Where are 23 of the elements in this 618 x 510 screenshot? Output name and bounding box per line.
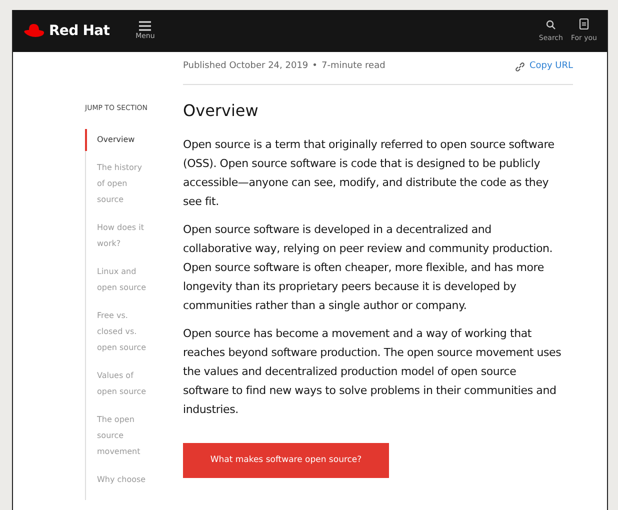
link-icon	[515, 62, 526, 72]
body-paragraph: Open source has become a movement and a way of working that reaches beyond software production. The open source movement uses the values and decentralized production model of open source software to find new ways to solve problems in their communities and industries.	[183, 326, 562, 418]
body-paragraph: Open source software is developed in a decentralized and collaborative way, relying on peer review and community production. Open source software is often cheaper, more flexible, and has more longevity than its proprietary peers because it is developed by communities rather than a single author or company.	[183, 222, 554, 314]
document-icon	[578, 18, 589, 30]
separator-dot: •	[312, 60, 318, 73]
jump-link[interactable]: Values of open source	[86, 368, 152, 400]
jump-link[interactable]: The open source movement	[86, 412, 152, 460]
jump-link[interactable]: Why choose	[86, 472, 152, 488]
menu-icon	[139, 20, 152, 31]
section-heading: Overview	[183, 100, 260, 122]
search-icon	[546, 20, 556, 30]
jump-link[interactable]: Linux and open source	[86, 264, 152, 296]
what-makes-software-open-source-button[interactable]: What makes software open source?	[183, 442, 389, 478]
logo-text[interactable]: Red Hat	[49, 20, 110, 42]
jump-link[interactable]: The history of open source	[86, 160, 152, 208]
published-date: Published October 24, 2019	[183, 60, 308, 73]
jump-link[interactable]: How does it work?	[86, 220, 152, 252]
read-time: 7-minute read	[321, 60, 386, 73]
jump-link[interactable]: Free vs. closed vs. open source	[86, 308, 152, 356]
logo-hat-icon	[23, 23, 45, 39]
body-paragraph: Open source is a term that originally referred to open source software (OSS). Open source software is code that is designed to be publicly accessible—anyone can see, modify, and distribute the code as they see fit.	[183, 136, 556, 210]
jump-link[interactable]: Overview	[85, 129, 151, 151]
copy-url-link[interactable]: Copy URL	[529, 60, 573, 74]
